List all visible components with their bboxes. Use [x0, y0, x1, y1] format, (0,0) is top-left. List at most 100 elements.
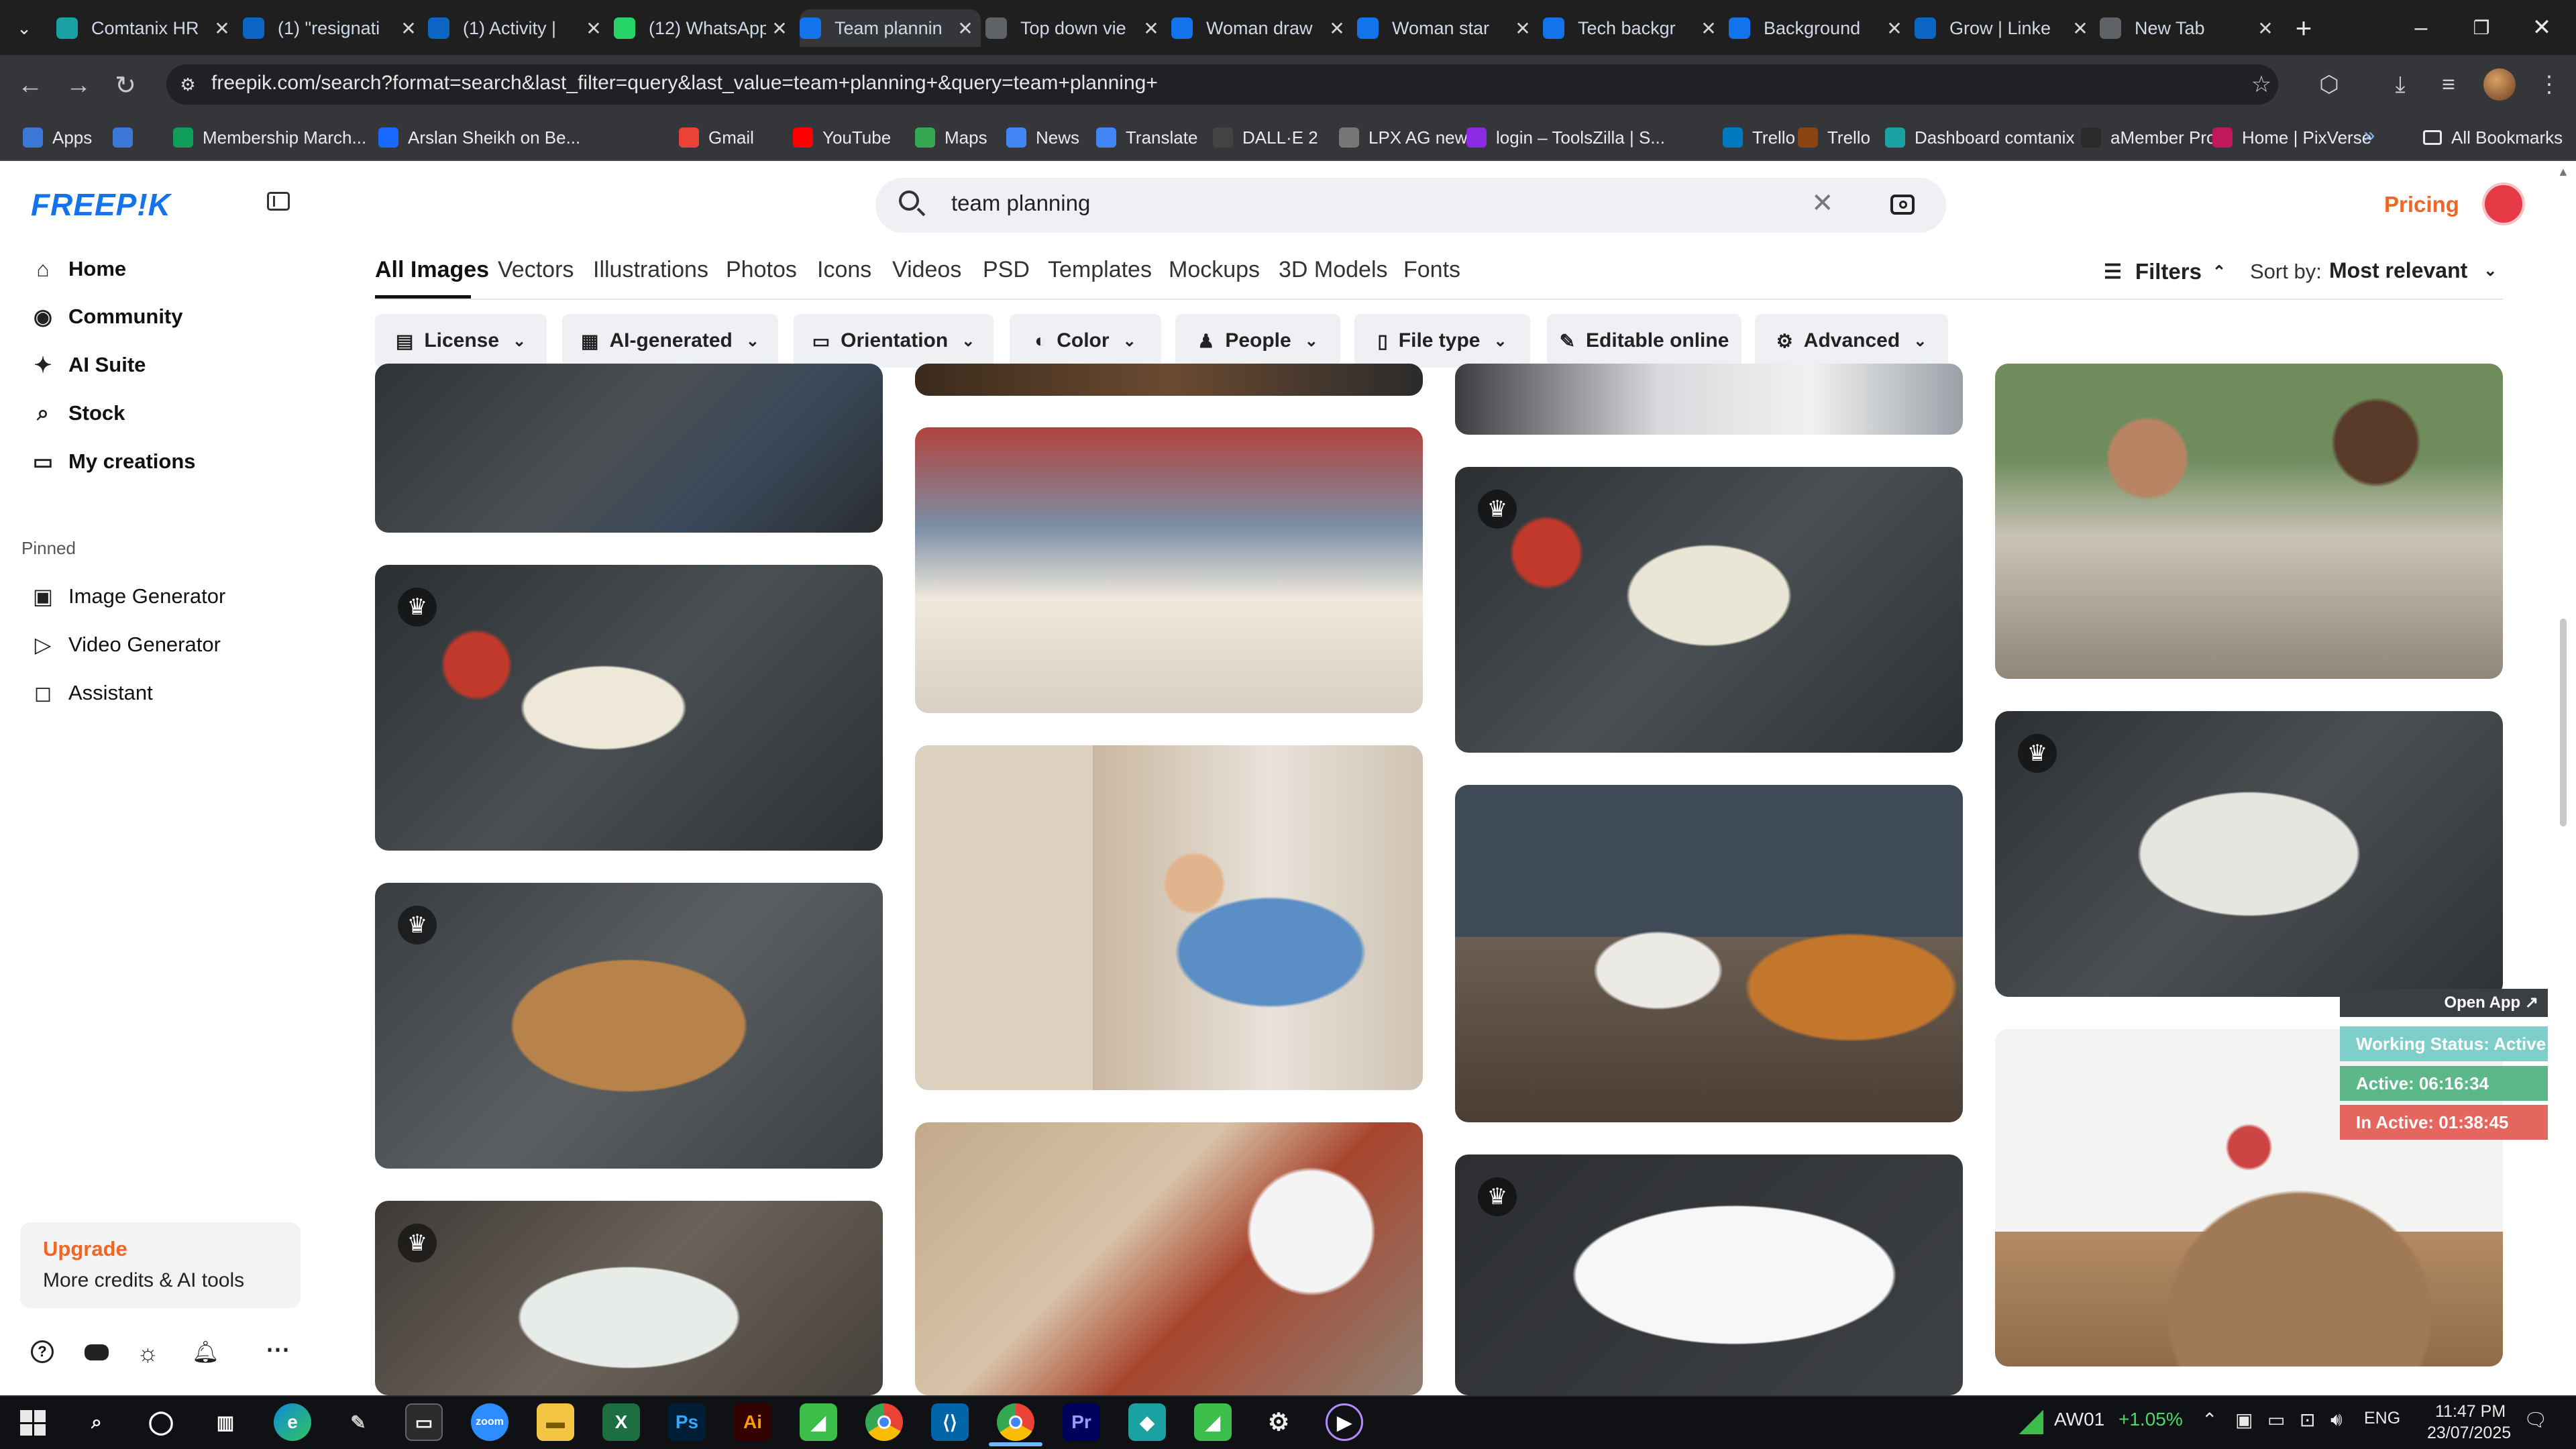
chrome-menu-icon[interactable]: ⋮: [2532, 69, 2567, 100]
tab-photos[interactable]: Photos: [726, 257, 797, 283]
new-tab-button[interactable]: +: [2285, 9, 2322, 47]
bookmarks-overflow-icon[interactable]: »: [2355, 121, 2384, 150]
image-tile[interactable]: [915, 364, 1423, 396]
filter-ai-generated[interactable]: ▦ AI-generated ⌄: [562, 314, 778, 368]
volume-icon[interactable]: 🔊︎: [2330, 1409, 2343, 1431]
illustrator-icon[interactable]: Ai: [734, 1403, 771, 1441]
user-avatar[interactable]: [2482, 182, 2525, 225]
browser-tab[interactable]: Team plannin ✕: [800, 9, 981, 47]
bookmark-item[interactable]: Membership March...: [173, 123, 366, 152]
tab-mockups[interactable]: Mockups: [1169, 257, 1260, 283]
filter-editable-online[interactable]: ✎ Editable online: [1547, 314, 1741, 368]
windows-start-icon[interactable]: [20, 1410, 46, 1436]
image-tile[interactable]: ♛: [375, 883, 883, 1169]
freepik-logo[interactable]: FREEP!K: [31, 186, 171, 223]
close-tab-icon[interactable]: ✕: [766, 17, 793, 40]
close-tab-icon[interactable]: ✕: [952, 17, 979, 40]
extension-icon[interactable]: ⬡: [2312, 69, 2347, 100]
page-scrollbar[interactable]: [2560, 619, 2567, 826]
url-text[interactable]: freepik.com/search?format=search&last_fi…: [211, 72, 1158, 95]
back-icon[interactable]: ←: [13, 70, 47, 101]
tab-search-button[interactable]: ⌄: [9, 15, 39, 42]
zoom-icon[interactable]: zoom: [471, 1403, 508, 1441]
media-icon[interactable]: ≡: [2431, 69, 2466, 100]
browser-tab[interactable]: (1) Activity | ✕: [428, 9, 609, 47]
close-tab-icon[interactable]: ✕: [1695, 17, 1722, 40]
display-icon[interactable]: ▭: [2267, 1409, 2285, 1431]
sidebar-item-home[interactable]: ⌂ Home: [30, 250, 126, 288]
collapse-sidebar-icon[interactable]: [267, 192, 290, 211]
bookmark-item[interactable]: LPX AG new: [1339, 123, 1467, 152]
app-green-2-icon[interactable]: ◢: [1194, 1403, 1232, 1441]
browser-tab[interactable]: Top down vie ✕: [985, 9, 1167, 47]
close-tab-icon[interactable]: ✕: [1324, 17, 1350, 40]
browser-tab[interactable]: (12) WhatsApp ✕: [614, 9, 795, 47]
bookmark-item[interactable]: aMember Pro: [2081, 123, 2216, 152]
tab-templates[interactable]: Templates: [1048, 257, 1152, 283]
clock-time[interactable]: 11:47 PM: [2435, 1402, 2506, 1421]
image-tile[interactable]: ♛: [1995, 711, 2503, 997]
browser-tab[interactable]: Background ✕: [1729, 9, 1910, 47]
bookmark-item[interactable]: Home | PixVerse: [2212, 123, 2371, 152]
media-player-icon[interactable]: ▶: [1326, 1403, 1363, 1441]
sidebar-item-my-creations[interactable]: ▭ My creations: [30, 442, 196, 481]
tab-illustrations[interactable]: Illustrations: [593, 257, 708, 283]
clock-date[interactable]: 23/07/2025: [2427, 1424, 2511, 1443]
scroll-up-icon[interactable]: ▲: [2557, 165, 2569, 179]
forward-icon[interactable]: →: [62, 70, 95, 101]
tab-vectors[interactable]: Vectors: [498, 257, 574, 283]
open-app-link[interactable]: Open App ↗: [2340, 989, 2548, 1017]
settings-icon[interactable]: ⚙: [1260, 1403, 1297, 1441]
tab-3d-models[interactable]: 3D Models: [1279, 257, 1388, 283]
app-green-icon[interactable]: ◢: [800, 1403, 837, 1441]
bookmark-item[interactable]: Maps: [915, 123, 987, 152]
edge-icon[interactable]: e: [274, 1403, 311, 1441]
stock-chart-icon[interactable]: [2017, 1406, 2043, 1434]
premiere-icon[interactable]: Pr: [1063, 1403, 1100, 1441]
file-explorer-icon[interactable]: ▬: [537, 1403, 574, 1441]
browser-tab[interactable]: Woman draw ✕: [1171, 9, 1352, 47]
close-tab-icon[interactable]: ✕: [395, 17, 422, 40]
download-icon[interactable]: ⤓: [2383, 69, 2418, 100]
filter-people[interactable]: ♟ People ⌄: [1175, 314, 1340, 368]
profile-avatar[interactable]: [2483, 68, 2516, 101]
tab-videos[interactable]: Videos: [892, 257, 961, 283]
pinned-item-video-generator[interactable]: ▷ Video Generator: [30, 625, 221, 664]
search-input[interactable]: team planning: [951, 191, 1090, 216]
notifications-icon[interactable]: 🗨︎: [2524, 1409, 2548, 1431]
image-tile[interactable]: ♛: [375, 1201, 883, 1395]
close-tab-icon[interactable]: ✕: [1881, 17, 1908, 40]
minimize-icon[interactable]: –: [2391, 0, 2451, 55]
pinned-item-image-generator[interactable]: ▣ Image Generator: [30, 577, 225, 616]
all-bookmarks[interactable]: All Bookmarks: [2423, 123, 2563, 152]
filter-orientation[interactable]: ▭ Orientation ⌄: [794, 314, 994, 368]
image-tile[interactable]: [1455, 364, 1963, 435]
pen-icon[interactable]: ✎: [339, 1403, 377, 1441]
close-tab-icon[interactable]: ✕: [1138, 17, 1165, 40]
browser-tab[interactable]: (1) "resignati ✕: [243, 9, 424, 47]
browser-tab[interactable]: Grow | Linke ✕: [1915, 9, 2096, 47]
close-tab-icon[interactable]: ✕: [580, 17, 607, 40]
stock-ticker[interactable]: AW01: [2054, 1409, 2104, 1430]
tray-chevron-icon[interactable]: ⌃: [2202, 1409, 2217, 1431]
upgrade-card[interactable]: Upgrade More credits & AI tools: [20, 1222, 301, 1308]
language-indicator[interactable]: ENG: [2364, 1409, 2400, 1428]
sort-dropdown[interactable]: Most relevant ⌄: [2329, 258, 2497, 283]
more-icon[interactable]: ⋯: [266, 1335, 290, 1363]
image-tile[interactable]: [1995, 364, 2503, 679]
theme-icon[interactable]: ☼: [137, 1339, 159, 1367]
task-view-icon[interactable]: ▥: [207, 1403, 244, 1441]
sidebar-item-community[interactable]: ◉ Community: [30, 297, 182, 336]
app-diamond-icon[interactable]: ◆: [1128, 1403, 1166, 1441]
filter-file-type[interactable]: ▯ File type ⌄: [1354, 314, 1530, 368]
close-tab-icon[interactable]: ✕: [2067, 17, 2094, 40]
search-taskbar-icon[interactable]: ⌕: [78, 1403, 115, 1441]
sidebar-item-stock[interactable]: ⌕ Stock: [30, 394, 125, 433]
bookmark-star-icon[interactable]: ☆: [2244, 69, 2279, 100]
browser-tab[interactable]: Comtanix HR ✕: [56, 9, 237, 47]
pinned-item-assistant[interactable]: ◻ Assistant: [30, 674, 153, 712]
pricing-link[interactable]: Pricing: [2384, 192, 2459, 217]
bookmark-item[interactable]: YouTube: [793, 123, 891, 152]
notification-bell-icon[interactable]: 🔔︎: [192, 1339, 219, 1364]
terminal-icon[interactable]: ▭: [405, 1403, 443, 1441]
